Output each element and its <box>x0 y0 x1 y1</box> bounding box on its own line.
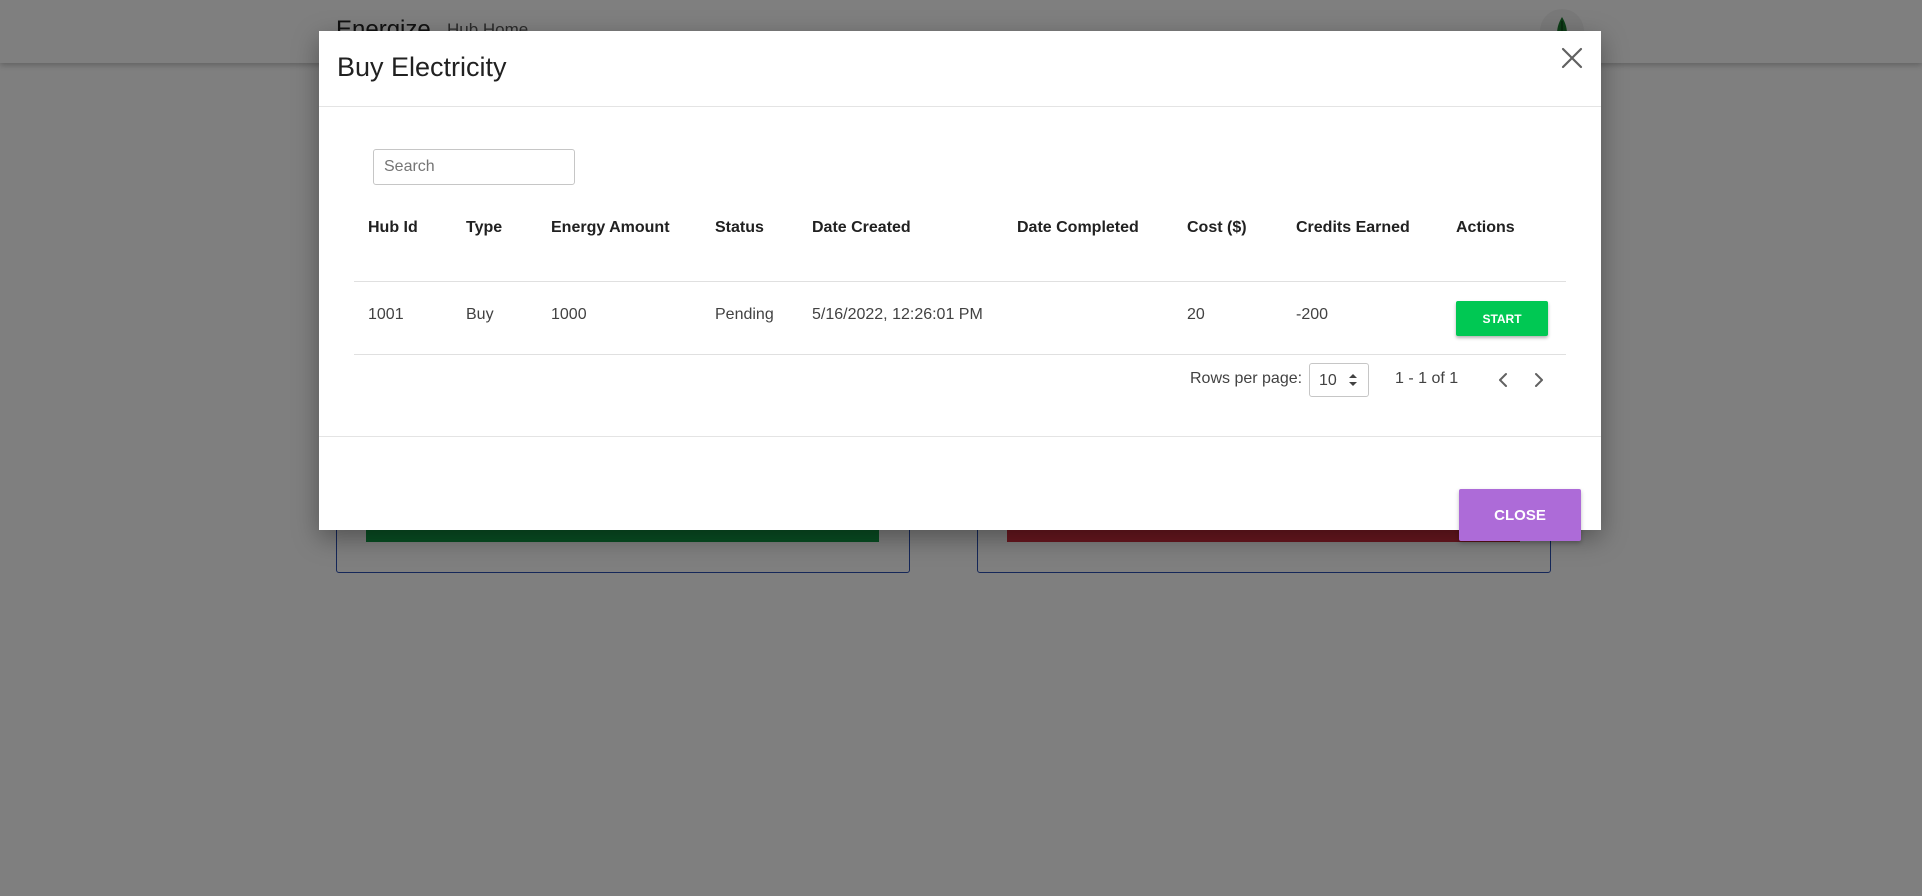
rows-per-page-value: 10 <box>1319 372 1337 389</box>
column-header-date-created[interactable]: Date Created <box>812 219 911 237</box>
column-header-date-completed[interactable]: Date Completed <box>1017 219 1139 237</box>
column-header-hub-id[interactable]: Hub Id <box>368 219 418 237</box>
column-header-status[interactable]: Status <box>715 219 764 237</box>
close-icon[interactable] <box>1557 43 1587 73</box>
close-button[interactable]: CLOSE <box>1459 489 1581 541</box>
rows-per-page-select[interactable]: 10 <box>1309 363 1369 397</box>
column-header-type[interactable]: Type <box>466 219 502 237</box>
column-header-energy-amount[interactable]: Energy Amount <box>551 219 670 237</box>
modal-title: Buy Electricity <box>337 52 507 82</box>
cell-hub-id: 1001 <box>368 306 404 323</box>
rows-per-page-label: Rows per page: <box>1190 370 1303 387</box>
cell-type: Buy <box>466 306 494 323</box>
search-input[interactable] <box>373 149 575 185</box>
cell-energy-amount: 1000 <box>551 306 587 323</box>
chevron-right-icon <box>1535 373 1543 387</box>
table-header-row: Hub Id Type Energy Amount Status Date Cr… <box>354 193 1566 282</box>
column-header-cost[interactable]: Cost ($) <box>1187 219 1247 237</box>
modal-footer: CLOSE <box>319 436 1601 541</box>
start-button[interactable]: START <box>1456 301 1548 336</box>
pagination-range: 1 - 1 of 1 <box>1395 370 1459 387</box>
prev-page-button[interactable] <box>1488 363 1518 397</box>
cell-credits-earned: -200 <box>1296 306 1329 323</box>
cell-date-created: 5/16/2022, 12:26:01 PM <box>812 306 983 323</box>
sort-caret-icon <box>1349 374 1357 386</box>
table-row: 1001 Buy 1000 Pending 5/16/2022, 12:26:0… <box>354 281 1566 355</box>
modal-header: Buy Electricity <box>319 31 1601 107</box>
chevron-left-icon <box>1499 373 1507 387</box>
column-header-actions: Actions <box>1456 219 1515 236</box>
next-page-button[interactable] <box>1524 363 1554 397</box>
cell-status: Pending <box>715 306 774 323</box>
cell-cost: 20 <box>1187 306 1205 323</box>
buy-electricity-modal: Buy Electricity Hub Id Type Energy Amoun… <box>319 31 1601 541</box>
column-header-credits-earned[interactable]: Credits Earned <box>1296 219 1410 237</box>
